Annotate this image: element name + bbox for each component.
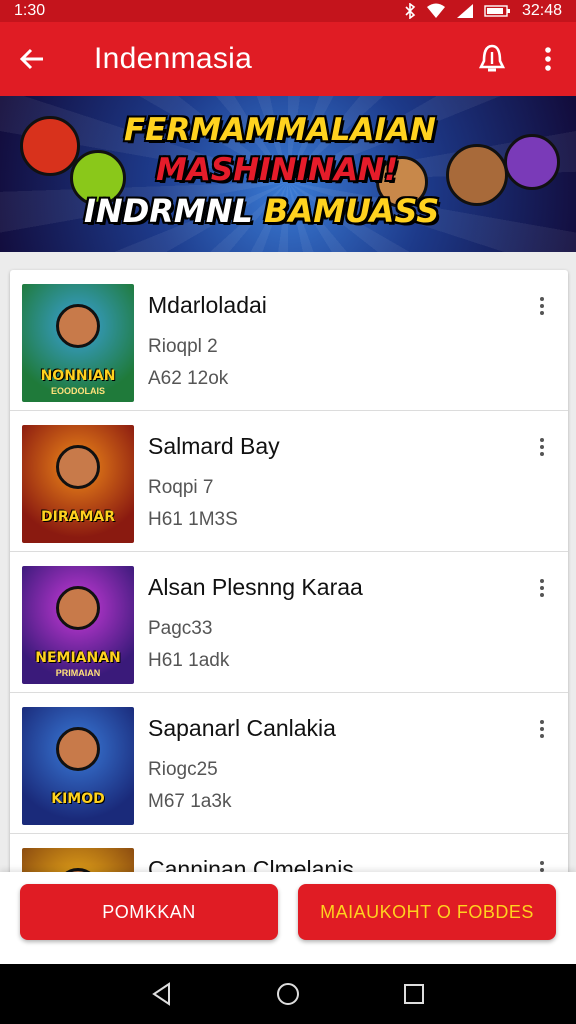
thumbnail-character bbox=[56, 586, 100, 630]
status-time-left: 1:30 bbox=[14, 2, 46, 19]
bluetooth-icon bbox=[405, 3, 416, 19]
game-list-item[interactable]: NEMIANAN PRIMAIAN Alsan Plesnng Karaa Pagc3… bbox=[10, 552, 568, 693]
game-meta-secondary: A62 12ok bbox=[148, 368, 229, 389]
app-bar: Indenmasia bbox=[0, 22, 576, 96]
game-thumbnail[interactable]: DIRAMAR bbox=[22, 425, 134, 543]
battery-icon bbox=[484, 5, 510, 17]
item-more-options-icon[interactable] bbox=[530, 715, 554, 743]
thumbnail-character bbox=[56, 727, 100, 771]
primary-action-button[interactable]: POMKKAN bbox=[20, 884, 278, 940]
game-meta-primary: Roqpi 7 bbox=[148, 477, 214, 498]
game-meta-secondary: H61 1M3S bbox=[148, 509, 238, 530]
game-list: NONNIAN EOODOLAIS Mdarloladai Rioqpl 2 A62 1… bbox=[10, 270, 568, 890]
system-nav-bar bbox=[0, 964, 576, 1024]
promo-banner[interactable]: FERMAMMALAIAN MASHININAN! INDRMNL BAMUAS… bbox=[0, 96, 576, 252]
recents-square-icon[interactable] bbox=[403, 983, 425, 1005]
game-title: Alsan Plesnng Karaa bbox=[148, 574, 363, 600]
home-circle-icon[interactable] bbox=[275, 981, 301, 1007]
thumbnail-caption: NEMIANAN bbox=[35, 650, 121, 666]
thumbnail-caption: NONNIAN bbox=[40, 368, 116, 384]
signal-icon bbox=[456, 4, 473, 18]
banner-headline-2: MASHININAN! bbox=[156, 152, 399, 188]
game-title: Sapanarl Canlakia bbox=[148, 715, 336, 741]
game-thumbnail[interactable]: NEMIANAN PRIMAIAN bbox=[22, 566, 134, 684]
status-bar: 1:30 32:48 bbox=[0, 0, 576, 22]
game-title: Mdarloladai bbox=[148, 292, 267, 318]
game-meta-secondary: H61 1adk bbox=[148, 650, 230, 671]
thumbnail-caption: DIRAMAR bbox=[41, 509, 115, 525]
game-meta-primary: Pagc33 bbox=[148, 618, 213, 639]
bottom-action-bar: POMKKAN MAIAUKOHT O FOBDES bbox=[0, 872, 576, 964]
game-thumbnail[interactable]: KIMOD bbox=[22, 707, 134, 825]
banner-character-green-shirt bbox=[446, 144, 508, 206]
banner-headline-3: INDRMNL BAMUASS bbox=[84, 192, 439, 230]
game-list-item[interactable]: DIRAMAR Salmard Bay Roqpi 7 H61 1M3S bbox=[10, 411, 568, 552]
status-time-right: 32:48 bbox=[521, 2, 562, 19]
game-meta-secondary: M67 1a3k bbox=[148, 791, 232, 812]
thumbnail-caption: KIMOD bbox=[51, 791, 105, 807]
more-vert-icon bbox=[545, 47, 551, 71]
back-arrow-icon bbox=[19, 48, 43, 70]
thumbnail-character bbox=[56, 445, 100, 489]
banner-character-purple bbox=[504, 134, 560, 190]
thumbnail-subcaption: EOODOLAIS bbox=[50, 386, 105, 396]
banner-headline-1: FERMAMMALAIAN bbox=[124, 112, 436, 148]
more-options-button[interactable] bbox=[520, 22, 576, 96]
secondary-action-button[interactable]: MAIAUKOHT O FOBDES bbox=[298, 884, 556, 940]
notification-bell-icon bbox=[479, 44, 505, 72]
game-list-item[interactable]: NONNIAN EOODOLAIS Mdarloladai Rioqpl 2 A62 1… bbox=[10, 270, 568, 411]
notifications-button[interactable] bbox=[464, 22, 520, 96]
game-list-item[interactable]: KIMOD Sapanarl Canlakia Riogc25 M67 1a3k bbox=[10, 693, 568, 834]
game-thumbnail[interactable]: NONNIAN EOODOLAIS bbox=[22, 284, 134, 402]
back-button[interactable] bbox=[0, 22, 64, 96]
thumbnail-subcaption: PRIMAIAN bbox=[55, 668, 101, 678]
item-more-options-icon[interactable] bbox=[530, 433, 554, 461]
game-meta-primary: Riogc25 bbox=[148, 759, 218, 780]
page-title: Indenmasia bbox=[94, 42, 253, 75]
item-more-options-icon[interactable] bbox=[530, 574, 554, 602]
banner-headline-3a: INDRMNL bbox=[84, 192, 253, 230]
banner-headline-3b: BAMUASS bbox=[264, 192, 440, 230]
wifi-icon bbox=[426, 3, 445, 18]
item-more-options-icon[interactable] bbox=[530, 292, 554, 320]
thumbnail-character bbox=[56, 304, 100, 348]
game-meta-primary: Rioqpl 2 bbox=[148, 336, 218, 357]
back-triangle-icon[interactable] bbox=[151, 982, 173, 1006]
game-title: Salmard Bay bbox=[148, 433, 280, 459]
